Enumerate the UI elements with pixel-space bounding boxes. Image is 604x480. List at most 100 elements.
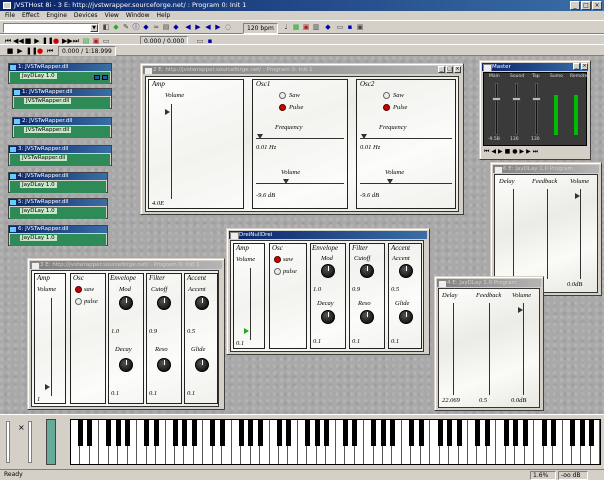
minimize-button[interactable]: _	[570, 1, 580, 10]
volume-slider-handle[interactable]	[45, 384, 50, 390]
mini-plugin-window[interactable]: 3: JVSTwRapper.dll JVSTwRapper.dll	[8, 145, 112, 166]
mini-plugin-window[interactable]: 6: JVSTwRapper.dll JayDLay 1.0	[8, 225, 108, 246]
mini-plugin-window[interactable]: 2: JVSTwRapper.dll JVSTwRapper.dll	[12, 117, 112, 138]
grid-icon[interactable]: ▦	[292, 23, 300, 31]
black-key[interactable]	[342, 419, 348, 446]
feedback-slider[interactable]	[547, 189, 548, 279]
stop2-icon[interactable]: ■	[6, 47, 14, 55]
black-key[interactable]	[219, 419, 225, 446]
volume-slider-handle[interactable]	[518, 307, 523, 313]
menu-engine[interactable]: Engine	[46, 11, 67, 20]
black-key[interactable]	[475, 419, 481, 446]
pulse-led[interactable]	[383, 104, 390, 111]
menu-devices[interactable]: Devices	[74, 11, 98, 20]
arrow-left2-icon[interactable]: ◀	[204, 23, 212, 31]
black-key[interactable]	[409, 419, 415, 446]
close-icon[interactable]: ×	[454, 66, 461, 73]
black-key[interactable]	[87, 419, 93, 446]
mini-plugin-window[interactable]: 5: JVSTwRapper.dll JayDLay 1.0	[8, 198, 108, 219]
open-icon[interactable]: ◧	[102, 23, 110, 31]
plugin-select[interactable]: ▼	[3, 23, 99, 33]
black-key[interactable]	[248, 419, 254, 446]
black-key[interactable]	[390, 419, 396, 446]
glide-knob[interactable]	[399, 310, 413, 324]
black-key[interactable]	[172, 419, 178, 446]
maximize-icon[interactable]: □	[446, 66, 453, 73]
black-key[interactable]	[437, 419, 443, 446]
black-key[interactable]	[305, 419, 311, 446]
synth-window-3[interactable]: DreiNullDrei Amp Volume 0.1 Osc saw puls…	[226, 228, 430, 355]
blue-diamond-icon[interactable]: ◆	[172, 23, 180, 31]
black-key[interactable]	[513, 419, 519, 446]
master-transport[interactable]: ⏮◀▶■●▶▶⏭	[484, 148, 540, 156]
main-fader[interactable]	[495, 83, 498, 135]
mini-plugin-window[interactable]: 4: JVSTwRapper.dll JayDLay 1.0	[8, 172, 108, 193]
info-icon[interactable]: ⓘ	[132, 23, 140, 31]
close-small-icon[interactable]: ×	[18, 423, 25, 432]
pulse-led[interactable]	[279, 104, 286, 111]
black-key[interactable]	[324, 419, 330, 446]
folder-icon[interactable]: ▭	[336, 23, 344, 31]
volume-slider-handle[interactable]	[244, 328, 249, 334]
arrow-left-icon[interactable]: ◀	[184, 23, 192, 31]
minimize-icon[interactable]: _	[438, 66, 445, 73]
mini-plugin-window[interactable]: 1: JVSTwRapper.dll JVSTwRapper.dll	[12, 88, 112, 109]
black-key[interactable]	[314, 419, 320, 446]
frequency-slider-track[interactable]	[360, 138, 452, 139]
record-mode-icon[interactable]: ▣	[302, 23, 310, 31]
modulation-slider[interactable]	[28, 421, 32, 463]
chart-icon[interactable]: ▤	[162, 23, 170, 31]
saw-led[interactable]	[75, 286, 82, 293]
master-window[interactable]: Master _ × Main Sound Tap Sumo Remote -9.5…	[479, 60, 591, 160]
delay-window-2[interactable]: 4 E: JayDLay 1.0 Program Delay Feedback …	[434, 276, 544, 411]
volume-slider-track[interactable]	[171, 104, 172, 199]
black-key[interactable]	[456, 419, 462, 446]
decay-knob[interactable]	[119, 358, 133, 372]
menu-help[interactable]: Help	[156, 11, 170, 20]
black-key[interactable]	[257, 419, 263, 446]
black-key[interactable]	[579, 419, 585, 446]
black-key[interactable]	[541, 419, 547, 446]
black-key[interactable]	[77, 419, 83, 446]
close-button[interactable]: ×	[592, 1, 602, 10]
black-key[interactable]	[191, 419, 197, 446]
decay-knob[interactable]	[321, 310, 335, 324]
black-key[interactable]	[276, 419, 282, 446]
reso-knob[interactable]	[157, 358, 171, 372]
accent-knob[interactable]	[195, 296, 209, 310]
volume-slider[interactable]	[580, 189, 581, 279]
minimize-icon[interactable]: _	[573, 63, 580, 70]
volume-slider[interactable]	[523, 303, 524, 395]
bpm-field[interactable]: 120 bpm	[243, 23, 278, 34]
accent-knob[interactable]	[399, 264, 413, 278]
diamond-blue2-icon[interactable]: ◆	[324, 23, 332, 31]
black-key[interactable]	[380, 419, 386, 446]
velocity-control[interactable]	[46, 419, 56, 465]
black-key[interactable]	[484, 419, 490, 446]
osc-volume-slider-track[interactable]	[360, 183, 452, 184]
black-key[interactable]	[418, 419, 424, 446]
black-key[interactable]	[153, 419, 159, 446]
menu-file[interactable]: File	[5, 11, 15, 20]
frequency-slider-handle[interactable]	[361, 134, 367, 139]
synth-window-1[interactable]: 2 E: http://jvstwrapper.sourceforge.net/…	[140, 63, 464, 215]
black-key[interactable]	[210, 419, 216, 446]
keyboard-icon[interactable]: ▥	[312, 23, 320, 31]
frequency-slider-handle[interactable]	[257, 134, 263, 139]
maximize-button[interactable]: □	[581, 1, 591, 10]
menu-view[interactable]: View	[105, 11, 119, 20]
sound-fader[interactable]	[515, 83, 518, 135]
black-key[interactable]	[551, 419, 557, 446]
black-key[interactable]	[125, 419, 131, 446]
save-icon[interactable]: ▪	[346, 23, 354, 31]
pause2-icon[interactable]: ❚❚	[26, 47, 38, 55]
black-key[interactable]	[589, 419, 595, 446]
menu-window[interactable]: Window	[126, 11, 150, 20]
metronome-icon[interactable]: ♩	[282, 23, 290, 31]
saw-led[interactable]	[279, 92, 286, 99]
black-key[interactable]	[352, 419, 358, 446]
glide-knob[interactable]	[195, 358, 209, 372]
volume-slider-handle[interactable]	[575, 193, 580, 199]
black-key[interactable]	[570, 419, 576, 446]
cutoff-knob[interactable]	[360, 264, 374, 278]
